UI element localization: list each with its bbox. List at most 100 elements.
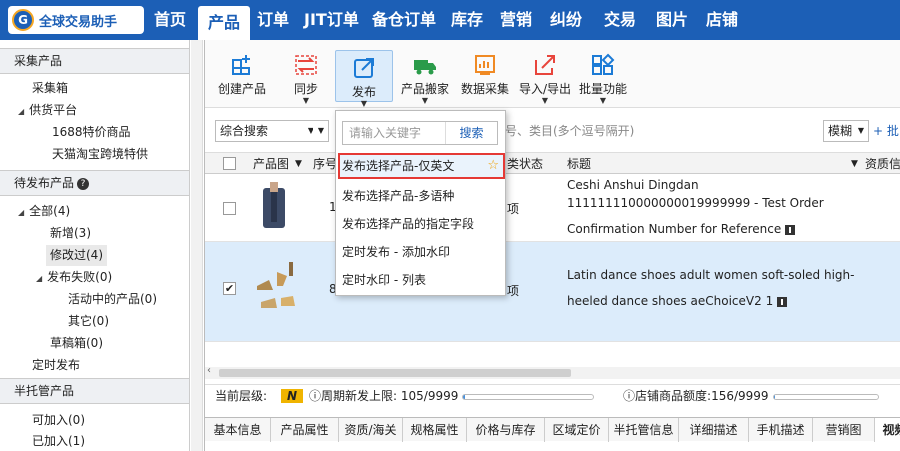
import-export-button[interactable]: 导入/导出 ▼ — [515, 48, 575, 105]
tab-7[interactable]: 详细描述 — [679, 418, 749, 442]
sort-icon[interactable]: ▼ — [851, 153, 858, 175]
select-all-checkbox[interactable] — [223, 157, 236, 170]
tab-6[interactable]: 半托管信息 — [609, 418, 679, 442]
app-logo[interactable]: G 全球交易助手 — [8, 6, 144, 34]
menu-search-input[interactable]: 请输入关键字 — [349, 122, 421, 144]
product-thumbnail[interactable] — [253, 262, 299, 316]
tab-1[interactable]: 产品属性 — [271, 418, 339, 442]
nav-inventory[interactable]: 库存 — [451, 0, 483, 40]
scroll-thumb[interactable] — [219, 369, 571, 377]
menu-item-publish-fields[interactable]: 发布选择产品的指定字段 — [342, 211, 500, 237]
menu-item-publish-english[interactable]: 发布选择产品-仅英文 ☆ — [338, 153, 505, 179]
horizontal-scrollbar[interactable]: ‹ — [205, 365, 900, 379]
select-value: 模糊 — [828, 124, 853, 138]
search-type-select[interactable]: 综合搜索 ▼ — [215, 120, 319, 142]
period-value: 105/9999 — [400, 389, 459, 403]
scroll-left-arrow-icon[interactable]: ‹ — [207, 365, 211, 376]
chevron-down-icon: ▼ — [599, 96, 607, 105]
row-checkbox[interactable] — [223, 202, 236, 215]
help-icon[interactable]: ? — [77, 177, 90, 190]
match-mode-select[interactable]: 模糊 ▼ — [823, 120, 869, 142]
tab-5[interactable]: 区域定价 — [545, 418, 609, 442]
nav-jit-orders[interactable]: JIT订单 — [304, 0, 359, 40]
sidebar-item-modified[interactable]: 修改过(4) — [46, 245, 107, 266]
secondary-select[interactable]: ▼ — [313, 120, 329, 142]
nav-home[interactable]: 首页 — [154, 0, 186, 40]
sidebar-item-other[interactable]: 其它(0) — [68, 311, 109, 332]
sidebar-section-collect[interactable]: 采集产品 — [0, 48, 189, 74]
menu-item-scheduled-watermark[interactable]: 定时发布 - 添加水印 — [342, 239, 500, 265]
tab-4[interactable]: 价格与库存 — [467, 418, 545, 442]
tab-0[interactable]: 基本信息 — [205, 418, 271, 442]
star-icon[interactable]: ☆ — [487, 155, 499, 177]
tab-2[interactable]: 资质/海关 — [339, 418, 403, 442]
sidebar-item-in-activity[interactable]: 活动中的产品(0) — [68, 289, 157, 310]
tab-3[interactable]: 规格属性 — [403, 418, 467, 442]
sidebar-item-joined[interactable]: 已加入(1) — [32, 431, 85, 451]
col-status[interactable]: 类状态 — [507, 153, 543, 175]
sidebar-item-tmall[interactable]: 天猫淘宝跨境特供 — [52, 144, 148, 165]
sidebar-item-collect-box[interactable]: 采集箱 — [32, 78, 68, 99]
sync-button[interactable]: 同步 ▼ — [285, 48, 327, 105]
sidebar-item-failed[interactable]: ◢ 发布失败(0) — [36, 267, 112, 288]
collapse-triangle-icon[interactable]: ◢ — [18, 208, 24, 217]
col-title[interactable]: 标题 — [567, 153, 591, 175]
batch-search-link[interactable]: + 批 — [873, 122, 899, 139]
table-row[interactable]: ✔ 8 项 Latin dance shoes adult women soft… — [205, 242, 900, 342]
col-qualification[interactable]: 资质信 — [865, 153, 900, 175]
row-title-line: 111111110000000019999999 - Test Order — [567, 196, 824, 210]
nav-stores[interactable]: 店铺 — [706, 0, 738, 40]
tab-9[interactable]: 营销图 — [813, 418, 875, 442]
sidebar-item-scheduled[interactable]: 定时发布 — [32, 355, 80, 376]
nav-orders[interactable]: 订单 — [257, 0, 289, 40]
tab-10[interactable]: 视频 — [875, 418, 900, 442]
nav-trade[interactable]: 交易 — [604, 0, 636, 40]
nav-products[interactable]: 产品 — [198, 6, 250, 40]
col-image[interactable]: 产品图 — [253, 153, 289, 175]
publish-dropdown-menu: 请输入关键字 搜索 发布选择产品-仅英文 ☆ 发布选择产品-多语种 发布选择产品的… — [335, 110, 506, 296]
data-collect-button[interactable]: 数据采集 — [457, 48, 513, 104]
menu-search: 请输入关键字 搜索 — [342, 121, 498, 145]
status-bar: 当前层级: N ⓘ周期新发上限: 105/9999 ⓘ店铺商品额度:156/99… — [205, 384, 900, 406]
help-circle-icon[interactable]: ⓘ — [623, 389, 635, 403]
col-index[interactable]: 序号 — [313, 153, 337, 175]
help-circle-icon[interactable]: ⓘ — [309, 389, 321, 403]
batch-function-button[interactable]: 批量功能 ▼ — [577, 48, 629, 105]
row-status: 项 — [507, 202, 520, 216]
sidebar-item-label: 全部(4) — [29, 204, 71, 218]
menu-item-watermark-list[interactable]: 定时水印 - 列表 — [342, 267, 500, 293]
collapse-triangle-icon[interactable]: ◢ — [36, 274, 42, 283]
sidebar-item-new[interactable]: 新增(3) — [50, 223, 91, 244]
nav-images[interactable]: 图片 — [656, 0, 688, 40]
sidebar-item-supply-platform[interactable]: ◢ 供货平台 — [18, 100, 77, 121]
sort-icon[interactable]: ▼ — [295, 153, 302, 175]
sidebar-section-pending[interactable]: 待发布产品? — [0, 170, 189, 196]
table-row[interactable]: 1 项 Ceshi Anshui Dingdan 111111110000000… — [205, 174, 900, 242]
sidebar-item-1688[interactable]: 1688特价商品 — [52, 122, 131, 143]
product-move-button[interactable]: 产品搬家 ▼ — [397, 48, 453, 105]
toolbar-label: 数据采集 — [460, 82, 509, 96]
tab-8[interactable]: 手机描述 — [749, 418, 813, 442]
create-product-button[interactable]: 创建产品 — [213, 48, 271, 104]
sidebar-section-semi-managed[interactable]: 半托管产品 — [0, 378, 189, 404]
nav-marketing[interactable]: 营销 — [500, 0, 532, 40]
sidebar-item-drafts[interactable]: 草稿箱(0) — [50, 333, 103, 354]
row-checkbox[interactable]: ✔ — [223, 282, 236, 295]
keyword-input[interactable]: 品型号、类目(多个逗号隔开) — [481, 120, 861, 142]
plus-icon: + — [873, 124, 887, 138]
nav-stock-orders[interactable]: 备仓订单 — [372, 0, 436, 40]
row-status: 项 — [507, 284, 520, 298]
section-label: 待发布产品 — [14, 176, 75, 190]
menu-search-button[interactable]: 搜索 — [445, 122, 497, 144]
menu-item-publish-multilang[interactable]: 发布选择产品-多语种 — [342, 183, 500, 209]
sidebar-item-all[interactable]: ◢ 全部(4) — [18, 201, 70, 222]
sync-icon — [295, 55, 317, 75]
sidebar-scrollbar[interactable] — [191, 40, 203, 451]
sidebar-item-can-join[interactable]: 可加入(0) — [32, 410, 85, 431]
product-thumbnail[interactable] — [261, 182, 287, 234]
collapse-triangle-icon[interactable]: ◢ — [18, 107, 24, 116]
publish-button[interactable]: 发布 ▼ — [335, 50, 393, 108]
qr-code-icon[interactable] — [777, 296, 788, 307]
qr-code-icon[interactable] — [785, 224, 796, 235]
nav-disputes[interactable]: 纠纷 — [550, 0, 582, 40]
